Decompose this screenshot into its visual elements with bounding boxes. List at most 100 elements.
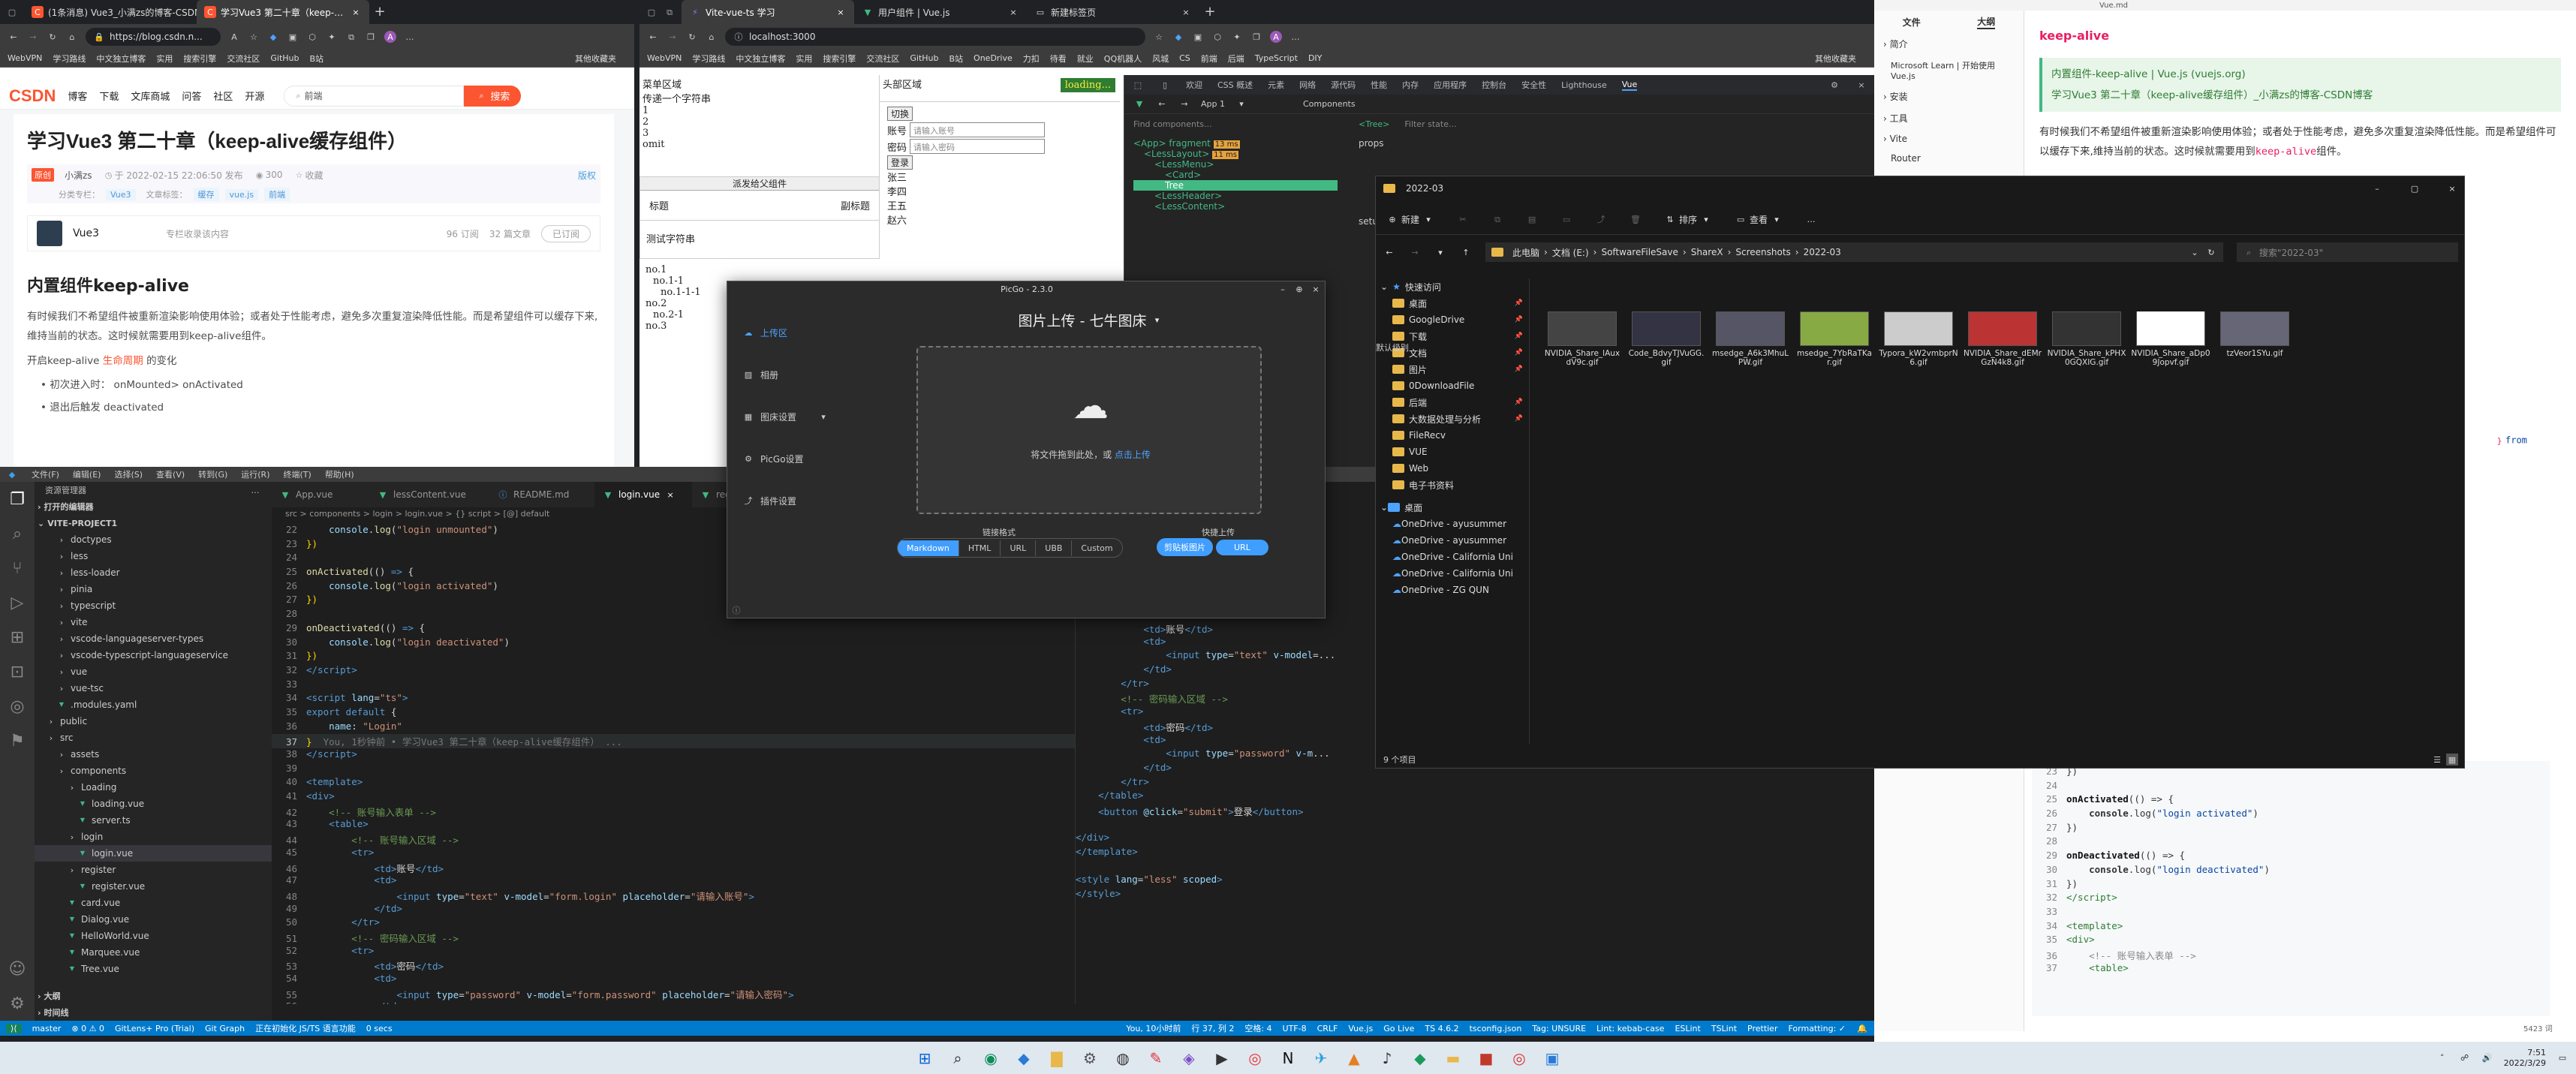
tab-csdn-vue3[interactable]: C(1条消息) Vue3_小满zs的博客-CSDN× bbox=[24, 0, 197, 24]
folder-item[interactable]: › Loading bbox=[35, 779, 272, 796]
telegram-icon[interactable]: ✈ bbox=[1305, 1042, 1338, 1074]
format-custom[interactable]: Custom bbox=[1071, 540, 1121, 556]
back-icon[interactable]: ← bbox=[8, 31, 20, 43]
nav-onedrive[interactable]: ☁ OneDrive - ayusummer bbox=[1376, 532, 1529, 549]
tree-node[interactable]: <Card> bbox=[1133, 170, 1338, 180]
emit-button[interactable]: 派发给父组件 bbox=[640, 177, 879, 191]
more-icon[interactable]: … bbox=[404, 31, 416, 43]
read-aloud-icon[interactable]: A bbox=[228, 31, 240, 43]
minimize-icon[interactable]: – bbox=[2371, 182, 2383, 194]
tab-vue-docs[interactable]: ▼ 用户组件 | Vue.js × bbox=[854, 0, 1027, 24]
bookmark-item[interactable]: QQ机器人 bbox=[1104, 53, 1142, 65]
editor-tab-active[interactable]: ▼ login.vue × bbox=[594, 482, 692, 507]
bookmark-item[interactable]: CS bbox=[1179, 53, 1190, 63]
category-tag[interactable]: Vue3 bbox=[106, 188, 136, 200]
bookmark-item[interactable]: 搜索引擎 bbox=[823, 53, 856, 65]
bookmark-item[interactable]: B站 bbox=[949, 53, 964, 65]
editor-tab[interactable]: ▼ lessContent.vue bbox=[369, 482, 489, 507]
bookmark-item[interactable]: GitHub bbox=[270, 53, 299, 63]
nav-item[interactable]: 大数据处理与分析 📌 bbox=[1376, 411, 1529, 427]
path-bar[interactable]: 此电脑 › 文档 (E:) › SoftwareFileSave › ShareX › … bbox=[1485, 242, 2223, 262]
file-item[interactable]: ▼ register.vue bbox=[35, 878, 272, 895]
path-segment[interactable]: 2022-03 bbox=[1804, 247, 1841, 257]
tag[interactable]: 缓存 bbox=[193, 188, 219, 201]
new-tab-icon[interactable]: + bbox=[374, 5, 386, 19]
find-components-input[interactable]: Find components... bbox=[1133, 119, 1344, 129]
format-ubb[interactable]: UBB bbox=[1035, 540, 1071, 556]
tag[interactable]: vue.js bbox=[224, 188, 259, 200]
home-icon[interactable]: ⌂ bbox=[66, 31, 78, 43]
section-outline[interactable]: › 大纲 bbox=[35, 988, 61, 1004]
bookmark-item[interactable]: 待看 bbox=[1050, 53, 1067, 65]
close-icon[interactable]: × bbox=[835, 6, 847, 18]
login-button[interactable]: 登录 bbox=[887, 155, 913, 170]
nav-onedrive[interactable]: ☁ OneDrive - California Uni bbox=[1376, 549, 1529, 565]
nav-bed-settings[interactable]: ▦ 图床设置 ▾ bbox=[727, 396, 855, 438]
view-button[interactable]: ▭ 查看 ▾ bbox=[1735, 213, 1783, 226]
folder-item[interactable]: › public bbox=[35, 713, 272, 730]
info-icon[interactable]: ⓘ bbox=[730, 604, 742, 616]
path-segment[interactable]: ShareX bbox=[1691, 247, 1723, 257]
nav-onedrive[interactable]: ☁ OneDrive - ayusummer bbox=[1376, 516, 1529, 532]
section-timeline[interactable]: › 时间线 bbox=[35, 1004, 69, 1021]
bookmark-item[interactable]: 中文独立博客 bbox=[736, 53, 785, 65]
tab-keep-alive[interactable]: C学习Vue3 第二十章（keep-alive缓存组件）× bbox=[197, 0, 369, 24]
source-control-icon[interactable]: ⑂ bbox=[0, 551, 35, 585]
status-item[interactable]: ESLint bbox=[1675, 1024, 1700, 1033]
clipboard-upload-button[interactable]: 剪贴板图片 bbox=[1157, 538, 1213, 556]
forward-icon[interactable]: → bbox=[667, 31, 679, 43]
status-item[interactable]: tsconfig.json bbox=[1470, 1024, 1522, 1033]
home-icon[interactable]: ⌂ bbox=[706, 31, 718, 43]
folder-item[interactable]: › less bbox=[35, 548, 272, 564]
bookmark-item[interactable]: 后端 bbox=[1228, 53, 1244, 65]
tree-node-selected[interactable]: Tree bbox=[1133, 180, 1338, 191]
sort-button[interactable]: ⇅ 排序 ▾ bbox=[1664, 213, 1712, 226]
copy-icon[interactable]: ⧉ bbox=[1491, 214, 1503, 226]
close-icon[interactable]: × bbox=[1855, 79, 1867, 91]
menu-item[interactable]: 文件(F) bbox=[32, 468, 59, 480]
file-thumbnail[interactable]: Typora_kW2vmbprN6.gif bbox=[1879, 311, 1958, 367]
timer-status[interactable]: 0 secs bbox=[366, 1024, 393, 1033]
extension-icon[interactable]: ◆ bbox=[1172, 31, 1184, 43]
chrome-icon[interactable]: ◎ bbox=[1503, 1042, 1536, 1074]
menu-item[interactable]: 编辑(E) bbox=[73, 468, 101, 480]
nav-quick-access[interactable]: ⌄ ★ 快速访问 bbox=[1376, 278, 1529, 295]
file-item[interactable]: ▼ server.ts bbox=[35, 812, 272, 829]
bookmark-item[interactable]: OneDrive bbox=[974, 53, 1013, 63]
tab-files[interactable]: 文件 bbox=[1903, 16, 1921, 29]
bookmark-item[interactable]: 力扣 bbox=[1023, 53, 1040, 65]
status-item[interactable]: Vue.js bbox=[1348, 1024, 1373, 1033]
nav-plugin-settings[interactable]: ⤴ 插件设置 bbox=[727, 480, 855, 522]
settings-gear-icon[interactable]: ⚙ bbox=[0, 986, 35, 1021]
bookmark-item[interactable]: 其他收藏夹 bbox=[575, 53, 616, 65]
file-thumbnail[interactable]: msedge_7YbRaTKar.gif bbox=[1795, 311, 1874, 367]
bookmark-item[interactable]: DIY bbox=[1308, 53, 1322, 63]
file-item[interactable]: ▼ Marquee.vue bbox=[35, 944, 272, 961]
csdn-search-input[interactable]: ⌕ 前端 bbox=[284, 85, 465, 107]
extension-icon[interactable]: ✦ bbox=[1231, 31, 1243, 43]
folder-item[interactable]: › src bbox=[35, 730, 272, 746]
file-item[interactable]: ▼ Tree.vue bbox=[35, 961, 272, 977]
devtools-tab[interactable]: 安全性 bbox=[1521, 79, 1546, 91]
favorite-button[interactable]: ☆ 收藏 bbox=[293, 169, 324, 182]
nav-item[interactable]: FileRecv bbox=[1376, 427, 1529, 444]
new-tab-icon[interactable]: + bbox=[1204, 5, 1216, 19]
close-icon[interactable]: × bbox=[1310, 283, 1322, 295]
branch-status[interactable]: master bbox=[32, 1024, 62, 1033]
path-segment[interactable]: 此电脑 bbox=[1512, 246, 1539, 259]
filter-state-input[interactable]: Filter state... bbox=[1404, 119, 1456, 129]
menu-item[interactable]: 选择(S) bbox=[114, 468, 143, 480]
clock[interactable]: 7:51 2022/3/29 bbox=[2504, 1048, 2546, 1069]
back-icon[interactable]: ← bbox=[1156, 98, 1168, 110]
format-markdown[interactable]: Markdown bbox=[898, 540, 958, 556]
nav-upload[interactable]: ☁ 上传区 bbox=[727, 311, 855, 353]
status-item[interactable]: CRLF bbox=[1317, 1024, 1338, 1033]
folder-item[interactable]: › doctypes bbox=[35, 531, 272, 548]
outline-item[interactable]: Router bbox=[1874, 149, 2024, 168]
volume-icon[interactable]: 🔊 bbox=[2481, 1052, 2493, 1064]
drop-zone[interactable]: ☁ 将文件拖到此处，或 点击上传 bbox=[916, 346, 1262, 514]
devtools-tab[interactable]: 欢迎 bbox=[1186, 79, 1202, 91]
settings-icon[interactable]: ⚙ bbox=[1828, 79, 1840, 91]
notion-icon[interactable]: N bbox=[1271, 1042, 1305, 1074]
devtools-tab[interactable]: 网络 bbox=[1299, 79, 1316, 91]
